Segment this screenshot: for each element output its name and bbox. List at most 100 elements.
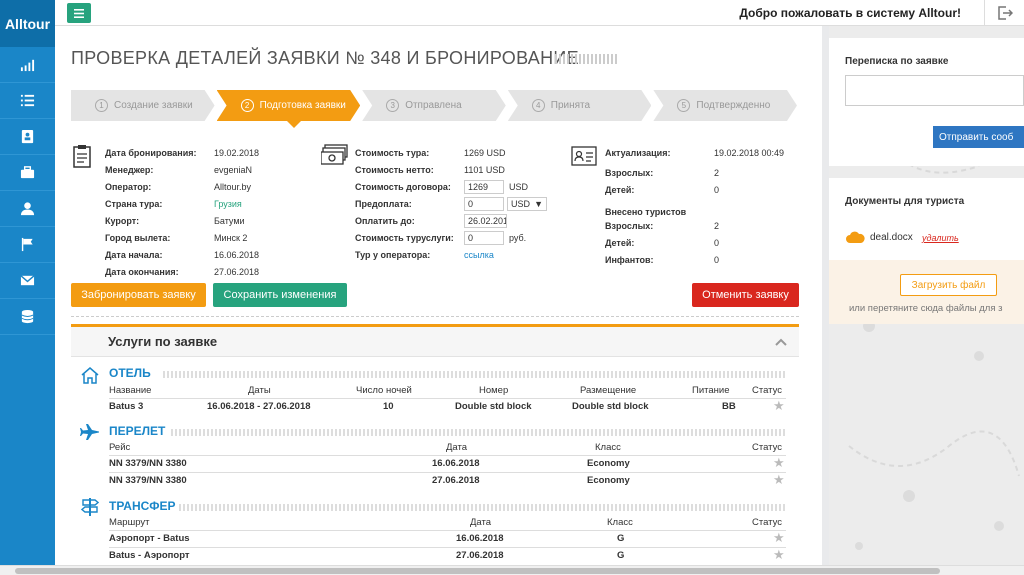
sidebar: Alltour xyxy=(0,0,55,575)
operator-label: Оператор: xyxy=(105,181,152,192)
nav-list-icon[interactable] xyxy=(0,83,55,119)
hotel-name: Batus 3 xyxy=(109,401,144,412)
send-message-button[interactable]: Отправить сооб xyxy=(933,126,1024,148)
prepay-input[interactable]: 0 xyxy=(464,196,504,211)
logout-button[interactable] xyxy=(984,0,1024,26)
scrollbar-thumb[interactable] xyxy=(15,568,940,574)
step-label: Отправлена xyxy=(405,100,462,111)
main-content: ПРОВЕРКА ДЕТАЛЕЙ ЗАЯВКИ № 348 И БРОНИРОВ… xyxy=(55,26,822,566)
step-label: Создание заявки xyxy=(114,100,193,111)
logout-icon xyxy=(997,6,1013,20)
message-input[interactable] xyxy=(845,75,1024,106)
status-star-icon[interactable]: ★ xyxy=(773,472,785,488)
step-sent[interactable]: 3 Отправлена xyxy=(362,90,506,121)
save-button[interactable]: Сохранить изменения xyxy=(213,283,347,307)
hotel-room: Double std block xyxy=(455,401,532,412)
divider xyxy=(71,316,799,317)
nav-signal-icon[interactable] xyxy=(0,47,55,83)
contract-cost-input[interactable]: 1269 xyxy=(464,179,504,194)
flight-class: Economy xyxy=(587,458,630,469)
chevron-up-icon[interactable] xyxy=(775,338,787,346)
step-prepare[interactable]: 2 Подготовка заявки xyxy=(217,90,361,121)
cancel-button[interactable]: Отменить заявку xyxy=(692,283,799,307)
nav-database-icon[interactable] xyxy=(0,299,55,335)
documents-title: Документы для туриста xyxy=(845,196,965,207)
nav-contacts-icon[interactable] xyxy=(0,119,55,155)
status-star-icon[interactable]: ★ xyxy=(773,530,785,546)
book-button[interactable]: Забронировать заявку xyxy=(71,283,206,307)
hotel-accommodation: Double std block xyxy=(572,401,649,412)
cloud-icon xyxy=(846,231,865,243)
status-star-icon[interactable]: ★ xyxy=(773,398,785,414)
entered-tourists-title: Внесено туристов xyxy=(605,206,687,217)
id-card-icon xyxy=(571,146,597,166)
correspondence-title: Переписка по заявке xyxy=(845,56,949,67)
transfer-class: G xyxy=(617,550,625,561)
menu-toggle-button[interactable] xyxy=(67,3,91,23)
col-status: Статус xyxy=(752,442,783,453)
step-number: 5 xyxy=(677,99,690,112)
row-divider xyxy=(109,530,786,531)
hamburger-icon xyxy=(74,8,84,18)
right-sidebar: Переписка по заявке Отправить сооб Докум… xyxy=(829,26,1024,566)
flight-section-title: ПЕРЕЛЕТ xyxy=(109,424,166,438)
resort-label: Курорт: xyxy=(105,215,140,226)
delete-file-link[interactable]: удалить xyxy=(922,233,959,243)
service-cost-input[interactable]: 0 xyxy=(464,230,504,245)
step-confirmed[interactable]: 5 Подтвержденно xyxy=(653,90,797,121)
file-name[interactable]: deal.docx xyxy=(870,232,913,243)
transfer-route: Аэропорт - Batus xyxy=(109,533,190,544)
logo[interactable]: Alltour xyxy=(0,0,55,47)
operator-tour-link[interactable]: ссылка xyxy=(464,250,494,260)
transfer-route: Batus - Аэропорт xyxy=(109,550,190,561)
col-status: Статус xyxy=(752,517,783,528)
operator-tour-label: Тур у оператора: xyxy=(355,249,431,260)
nav-user-icon[interactable] xyxy=(0,191,55,227)
col-class: Класс xyxy=(607,517,633,528)
nav-envelope-icon[interactable] xyxy=(0,263,55,299)
page-title: ПРОВЕРКА ДЕТАЛЕЙ ЗАЯВКИ № 348 И БРОНИРОВ… xyxy=(71,48,579,68)
step-label: Подтвержденно xyxy=(696,100,771,111)
transfer-section-title: ТРАНСФЕР xyxy=(109,499,176,513)
children-label: Детей: xyxy=(605,184,635,195)
start-date-label: Дата начала: xyxy=(105,249,163,260)
horizontal-scrollbar[interactable] xyxy=(0,565,1024,575)
flight-number: NN 3379/NN 3380 xyxy=(109,458,187,469)
services-panel: Услуги по заявке ОТЕЛЬ Название Даты Чис… xyxy=(71,324,799,566)
upload-file-button[interactable]: Загрузить файл xyxy=(900,274,997,296)
start-date-value: 16.06.2018 xyxy=(214,249,260,260)
status-star-icon[interactable]: ★ xyxy=(773,547,785,563)
pay-by-date-input[interactable]: 26.02.201 xyxy=(464,213,507,228)
end-date-value: 27.06.2018 xyxy=(214,266,260,277)
correspondence-panel: Переписка по заявке Отправить сооб xyxy=(829,38,1024,166)
transfer-date: 16.06.2018 xyxy=(456,533,504,544)
prepay-currency-value: USD xyxy=(511,198,531,209)
drop-hint: или перетяните сюда файлы для з xyxy=(849,303,1003,314)
section-divider xyxy=(171,429,786,436)
booking-date: 19.02.2018 xyxy=(214,147,260,158)
col-accommodation: Размещение xyxy=(580,385,637,396)
upload-zone[interactable]: Загрузить файл или перетяните сюда файлы… xyxy=(829,260,1024,324)
children-value: 0 xyxy=(714,184,720,195)
net-cost-label: Стоимость нетто: xyxy=(355,164,434,175)
col-flight: Рейс xyxy=(109,442,131,453)
col-nights: Число ночей xyxy=(356,385,412,396)
progress-steps: 1 Создание заявки 2 Подготовка заявки 3 Отп… xyxy=(71,90,799,121)
flight-date: 27.06.2018 xyxy=(432,475,480,486)
money-icon xyxy=(321,144,348,165)
step-accepted[interactable]: 4 Принята xyxy=(508,90,652,121)
step-create[interactable]: 1 Создание заявки xyxy=(71,90,215,121)
status-star-icon[interactable]: ★ xyxy=(773,455,785,471)
col-dates: Даты xyxy=(248,385,271,396)
col-meals: Питание xyxy=(692,385,730,396)
nav-briefcase-icon[interactable] xyxy=(0,155,55,191)
hotel-section-title: ОТЕЛЬ xyxy=(109,366,151,380)
col-room: Номер xyxy=(479,385,509,396)
prepay-currency-select[interactable]: USD ▼ xyxy=(507,196,547,211)
active-step-pointer xyxy=(287,121,301,128)
operator-value: Alltour.by xyxy=(214,181,252,192)
transfer-class: G xyxy=(617,533,625,544)
country-value[interactable]: Грузия xyxy=(214,199,242,209)
nav-flag-icon[interactable] xyxy=(0,227,55,263)
net-cost-value: 1101 USD xyxy=(464,164,505,175)
